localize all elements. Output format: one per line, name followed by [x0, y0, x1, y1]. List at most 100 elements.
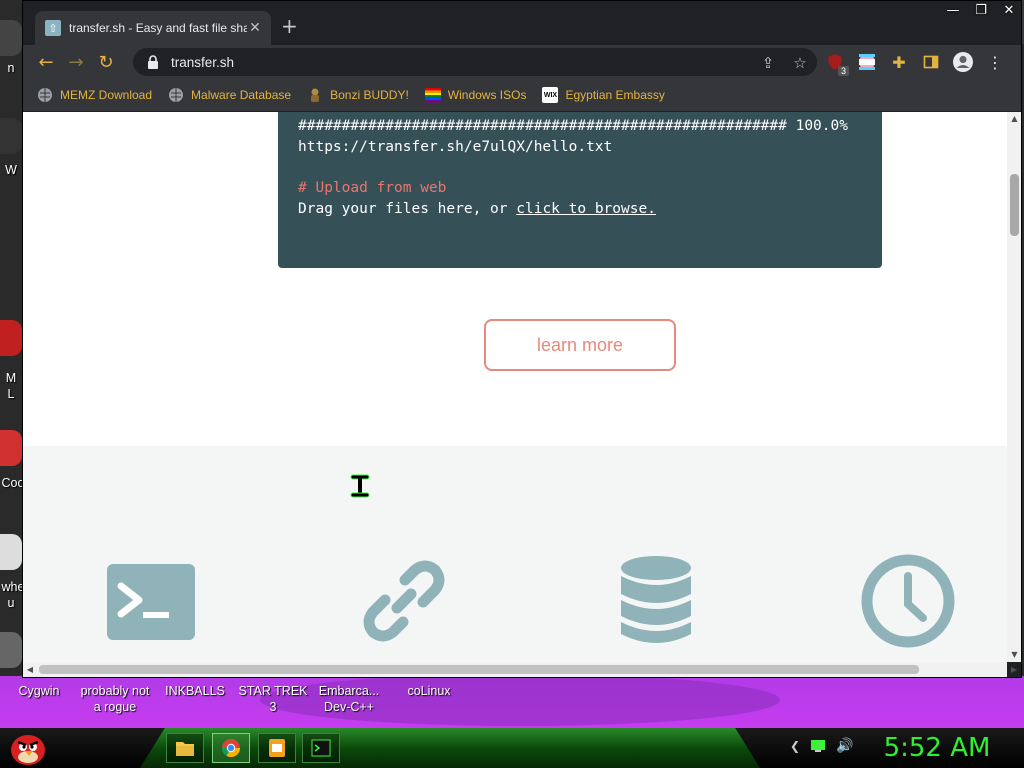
side-panel-button[interactable]: [919, 50, 943, 74]
desktop-icon-colinux[interactable]: coLinux: [390, 683, 468, 699]
flag-extension-button[interactable]: [855, 50, 879, 74]
ublock-extension-button[interactable]: 3: [823, 50, 849, 76]
bookmark-windows-isos[interactable]: Windows ISOs: [424, 87, 527, 103]
taskbar-chrome-button[interactable]: [212, 733, 250, 763]
desktop-icon-label: INKBALLS: [165, 684, 225, 698]
horizontal-scroll-thumb[interactable]: [39, 665, 919, 674]
upload-web-comment: # Upload from web: [298, 180, 447, 196]
trans-flag-icon: [859, 54, 875, 70]
browse-link[interactable]: click to browse.: [516, 201, 656, 217]
puzzle-icon: ✚: [892, 52, 906, 72]
forward-button[interactable]: →: [61, 47, 91, 77]
side-panel-icon: [923, 55, 939, 69]
database-icon: [621, 556, 691, 643]
bookmark-memz[interactable]: MEMZ Download: [37, 87, 152, 103]
taskbar-slides-button[interactable]: [258, 733, 296, 763]
taskbar-file-explorer-button[interactable]: [166, 733, 204, 763]
extensions-button[interactable]: ✚: [887, 50, 911, 74]
address-bar[interactable]: transfer.sh ⇪ ☆: [133, 48, 817, 76]
taskbar-terminal-button[interactable]: [302, 733, 340, 763]
bookmark-label: Egyptian Embassy: [565, 88, 665, 102]
file-explorer-icon: [176, 742, 194, 756]
globe-icon: [37, 87, 53, 103]
new-tab-button[interactable]: +: [281, 15, 298, 37]
desktop-icon-fragment[interactable]: [0, 632, 22, 668]
desktop-icon-label: Cygwin: [18, 684, 60, 698]
profile-button[interactable]: [951, 50, 975, 74]
desktop-icon-label: probably not a rogue: [80, 684, 150, 714]
desktop-icon-dev-cpp[interactable]: Embarca... Dev-C++: [310, 683, 388, 715]
tray-arrow-icon[interactable]: ❮: [790, 739, 800, 753]
browser-titlebar[interactable]: ⇧ transfer.sh - Easy and fast file sha ✕…: [23, 1, 1021, 45]
desktop-icon-rogue[interactable]: probably not a rogue: [76, 683, 154, 715]
taskbar: ❮ 🔊 5:52 AM: [0, 728, 1024, 768]
desktop-icon-label: Embarca... Dev-C++: [318, 684, 380, 714]
desktop-icon-cygwin[interactable]: Cygwin: [0, 683, 78, 699]
tab-close-icon[interactable]: ✕: [247, 20, 263, 36]
drag-text: Drag your files here, or: [298, 201, 517, 217]
bookmark-label: Malware Database: [191, 88, 292, 102]
learn-more-button[interactable]: learn more: [484, 319, 676, 371]
chrome-icon: [222, 739, 240, 758]
browser-toolbar: ← → ↻ transfer.sh ⇪ ☆ 3 ✚ ⋮: [23, 45, 1021, 79]
bookmarks-bar: MEMZ Download Malware Database Bonzi BUD…: [23, 79, 1021, 111]
features-section: [23, 446, 1007, 662]
desktop-icon-inkballs[interactable]: INKBALLS: [156, 683, 234, 699]
terminal-demo: ########################################…: [278, 112, 882, 268]
page-viewport: ########################################…: [23, 112, 1007, 662]
url-text: transfer.sh: [171, 54, 235, 70]
bonzi-icon: [307, 87, 323, 103]
scroll-right-arrow-icon[interactable]: ▶: [1007, 662, 1021, 677]
vertical-scroll-thumb[interactable]: [1010, 174, 1019, 236]
back-button[interactable]: ←: [31, 47, 61, 77]
desktop-icon-label: coLinux: [407, 684, 451, 698]
bookmark-label: MEMZ Download: [60, 88, 153, 102]
reload-button[interactable]: ↻: [91, 47, 121, 77]
maximize-button[interactable]: ❐: [967, 1, 995, 21]
window-controls: — ❐ ✕: [939, 1, 1021, 21]
bookmark-star-icon[interactable]: ☆: [791, 54, 809, 72]
reload-icon: ↻: [98, 51, 114, 73]
extension-badge: 3: [837, 66, 849, 76]
browser-window: ⇧ transfer.sh - Easy and fast file sha ✕…: [22, 0, 1022, 678]
drag-drop-line: Drag your files here, or click to browse…: [298, 199, 862, 220]
browser-tab[interactable]: ⇧ transfer.sh - Easy and fast file sha ✕: [35, 11, 271, 45]
result-url: https://transfer.sh/e7ulQX/hello.txt: [298, 139, 613, 155]
clock-icon: [861, 554, 955, 648]
desktop-icon-fragment[interactable]: [0, 20, 22, 56]
bookmark-egyptian-embassy[interactable]: WIX Egyptian Embassy: [542, 87, 665, 103]
menu-button[interactable]: ⋮: [983, 50, 1007, 74]
network-icon[interactable]: [810, 739, 826, 753]
desktop-icon-star-trek[interactable]: STAR TREK 3: [234, 683, 312, 715]
arrow-right-icon: →: [68, 51, 84, 73]
globe-icon: [168, 87, 184, 103]
text-cursor-icon: [350, 474, 370, 498]
minimize-button[interactable]: —: [939, 1, 967, 21]
vertical-scrollbar[interactable]: ▲ ▼: [1007, 112, 1021, 662]
scroll-down-arrow-icon[interactable]: ▼: [1007, 648, 1021, 662]
start-button-angry-bird-icon[interactable]: [8, 730, 48, 766]
close-window-button[interactable]: ✕: [995, 1, 1021, 21]
bookmark-label: Windows ISOs: [447, 88, 527, 102]
desktop-icon-fragment[interactable]: [0, 534, 22, 570]
slides-icon: [269, 739, 285, 757]
link-icon: [363, 560, 445, 642]
bookmark-bonzi-buddy[interactable]: Bonzi BUDDY!: [307, 87, 409, 103]
system-tray: ❮ 🔊: [790, 738, 854, 754]
desktop-icon-fragment[interactable]: [0, 118, 22, 154]
scroll-up-arrow-icon[interactable]: ▲: [1007, 112, 1021, 126]
scroll-left-arrow-icon[interactable]: ◀: [23, 662, 37, 677]
desktop-icon-fragment[interactable]: [0, 430, 22, 466]
desktop-icon-fragment[interactable]: [0, 320, 22, 356]
more-vertical-icon: ⋮: [987, 52, 1003, 72]
terminal-icon: [107, 564, 195, 640]
tab-title: transfer.sh - Easy and fast file sha: [69, 21, 247, 35]
taskbar-clock[interactable]: 5:52 AM: [872, 732, 1002, 764]
progress-line: ########################################…: [298, 118, 848, 134]
arrow-left-icon: ←: [38, 51, 54, 73]
horizontal-scrollbar[interactable]: ◀ ▶: [23, 662, 1017, 677]
volume-icon[interactable]: 🔊: [836, 738, 853, 754]
share-icon[interactable]: ⇪: [759, 54, 777, 72]
bookmark-malware-database[interactable]: Malware Database: [168, 87, 291, 103]
